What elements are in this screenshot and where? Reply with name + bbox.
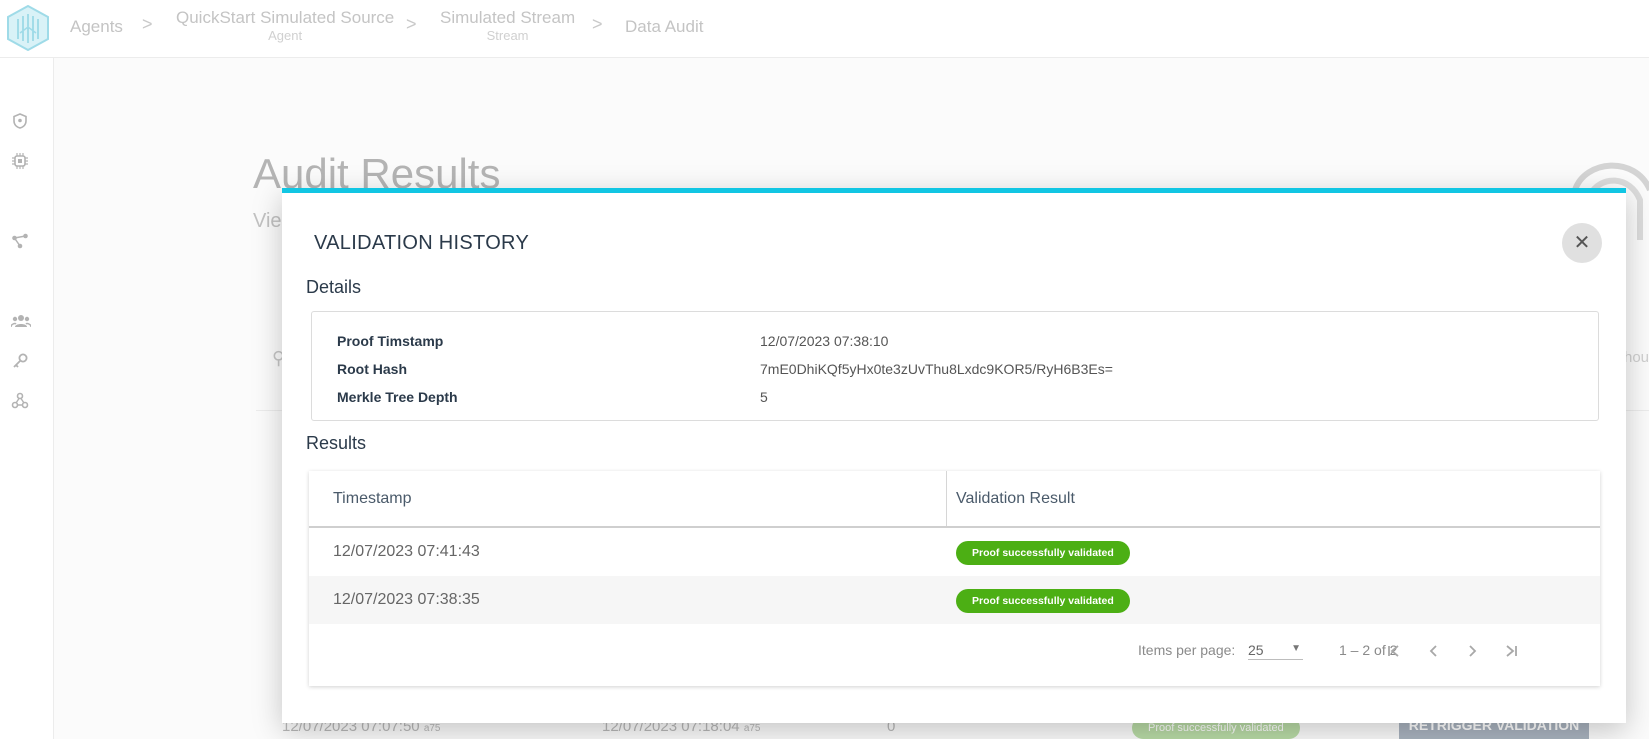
status-badge: Proof successfully validated	[956, 589, 1130, 613]
close-button[interactable]: ✕	[1562, 223, 1602, 263]
last-page-button[interactable]	[1496, 636, 1526, 666]
close-icon: ✕	[1573, 232, 1591, 254]
chevron-right-icon: >	[406, 14, 417, 34]
column-header-validation-result[interactable]: Validation Result	[956, 471, 1075, 526]
breadcrumb-sublabel: Agent	[268, 28, 303, 43]
background-cell-suffix: a75	[423, 723, 441, 734]
breadcrumb-stream[interactable]: Simulated Stream Stream	[440, 8, 575, 44]
caret-down-icon: ▼	[1291, 643, 1301, 654]
next-page-button[interactable]	[1457, 636, 1487, 666]
chevron-right-icon	[1469, 645, 1477, 657]
items-per-page-value: 25	[1248, 642, 1264, 658]
network-icon[interactable]	[11, 232, 29, 250]
previous-page-button[interactable]	[1419, 636, 1449, 666]
chip-icon[interactable]	[11, 152, 29, 170]
app-logo[interactable]	[6, 4, 50, 52]
detail-label-proof-timestamp: Proof Timstamp	[337, 333, 444, 349]
status-badge: Proof successfully validated	[956, 541, 1130, 565]
page-subtitle: Vie	[253, 210, 282, 232]
detail-value-proof-timestamp: 12/07/2023 07:38:10	[760, 333, 889, 349]
detail-value-merkle-depth: 5	[760, 389, 768, 405]
validation-history-dialog: VALIDATION HISTORY ✕ Details Proof Timst…	[282, 188, 1626, 723]
cell-timestamp: 12/07/2023 07:41:43	[333, 543, 480, 560]
first-page-button[interactable]	[1379, 636, 1409, 666]
breadcrumb-label: Agents	[70, 17, 123, 36]
items-per-page-label: Items per page:	[1138, 642, 1236, 658]
breadcrumb-data-audit: Data Audit	[625, 17, 703, 37]
background-cell-suffix: a75	[743, 723, 761, 734]
top-bar: Agents > QuickStart Simulated Source Age…	[0, 0, 1649, 58]
detail-label-root-hash: Root Hash	[337, 361, 407, 377]
table-row: 12/07/2023 07:41:43 Proof successfully v…	[309, 528, 1600, 576]
users-icon[interactable]	[10, 312, 32, 330]
details-panel: Proof Timstamp 12/07/2023 07:38:10 Root …	[311, 311, 1599, 421]
paginator: Items per page: 25 ▼ 1 – 2 of 2	[309, 636, 1600, 666]
breadcrumb-agent[interactable]: QuickStart Simulated Source Agent	[176, 8, 394, 44]
first-page-icon	[1388, 645, 1399, 657]
webhook-icon[interactable]	[11, 392, 29, 410]
breadcrumb-agents[interactable]: Agents	[70, 17, 123, 37]
results-heading: Results	[306, 433, 367, 453]
key-icon[interactable]	[11, 352, 29, 370]
breadcrumb-label: Simulated Stream	[440, 8, 576, 27]
column-header-timestamp[interactable]: Timestamp	[333, 471, 412, 526]
chevron-right-icon: >	[142, 14, 153, 34]
items-per-page-select[interactable]: 25 ▼	[1248, 640, 1303, 660]
table-row: 12/07/2023 07:38:35 Proof successfully v…	[309, 576, 1600, 624]
last-page-icon	[1506, 645, 1517, 657]
breadcrumb-sublabel: Stream	[486, 28, 529, 43]
detail-value-root-hash: 7mE0DhiKQf5yHx0te3zUvThu8Lxdc9KOR5/RyH6B…	[760, 361, 1113, 377]
background-right-text: hou	[1624, 349, 1649, 366]
detail-label-merkle-depth: Merkle Tree Depth	[337, 389, 458, 405]
results-table: Timestamp Validation Result 12/07/2023 0…	[309, 471, 1600, 686]
details-heading: Details	[306, 277, 362, 297]
sidebar	[0, 58, 54, 739]
chevron-left-icon	[1429, 645, 1437, 657]
chevron-right-icon: >	[592, 14, 603, 34]
dialog-title: VALIDATION HISTORY	[314, 232, 530, 254]
cell-timestamp: 12/07/2023 07:38:35	[333, 591, 480, 608]
column-divider	[946, 471, 947, 526]
breadcrumb-label: QuickStart Simulated Source	[176, 8, 395, 27]
shield-icon[interactable]	[11, 112, 29, 130]
breadcrumb-label: Data Audit	[625, 17, 704, 36]
